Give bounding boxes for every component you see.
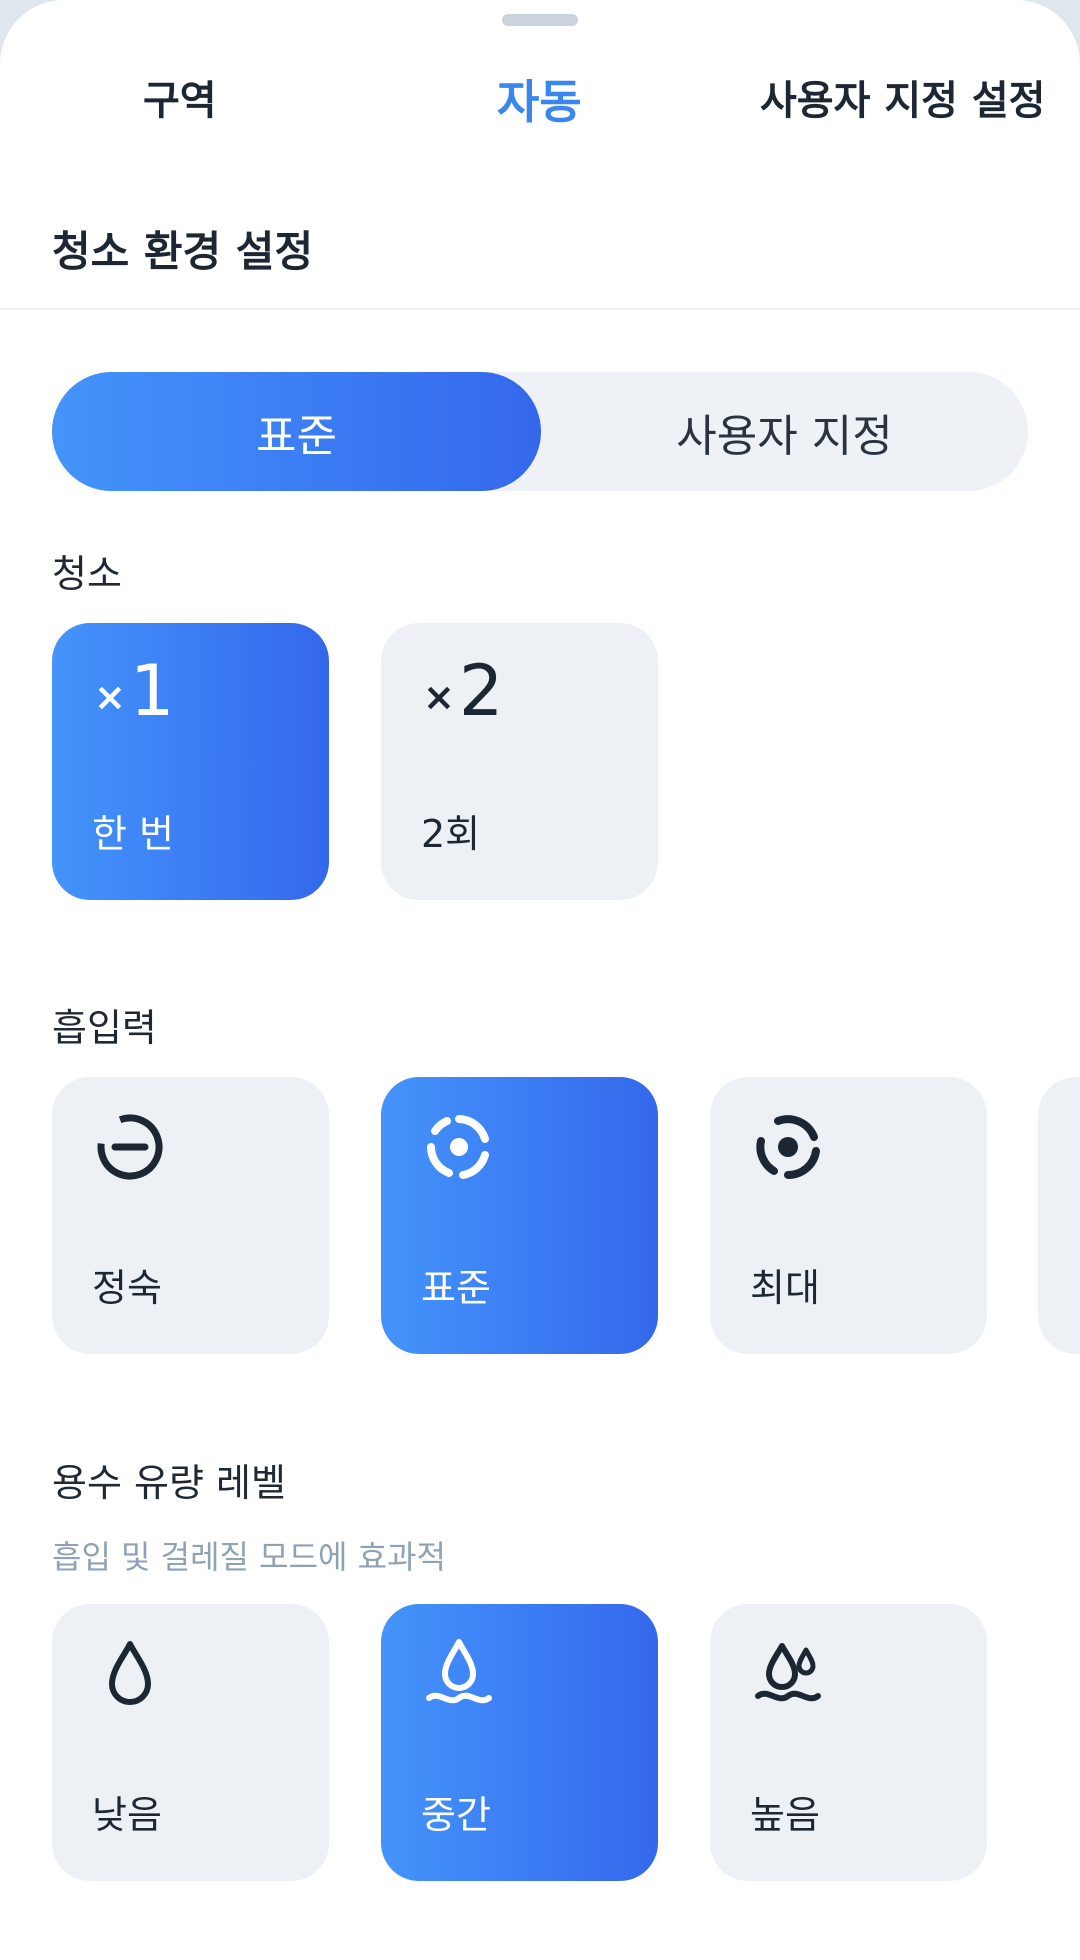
- cleaning-once-card[interactable]: × 1 한 번: [52, 623, 329, 900]
- suction-extra-card[interactable]: [1038, 1077, 1080, 1354]
- mode-custom-button[interactable]: 사용자 지정: [541, 372, 1028, 491]
- water-low-icon: [90, 1634, 170, 1714]
- suction-quiet-icon: [90, 1107, 170, 1187]
- suction-standard-card[interactable]: 표준: [381, 1077, 658, 1354]
- multiplier-once: × 1: [94, 651, 174, 731]
- suction-max-card[interactable]: 최대: [710, 1077, 987, 1354]
- section-title: 청소 환경 설정: [52, 227, 314, 276]
- water-high-icon: [748, 1634, 828, 1714]
- multiply-sign: ×: [423, 675, 455, 719]
- suction-label: 흡입력: [52, 1006, 157, 1050]
- card-label: 낮음: [92, 1793, 162, 1837]
- water-flow-label: 용수 유량 레벨: [52, 1461, 286, 1505]
- multiplier-twice: × 2: [423, 651, 503, 731]
- card-label: 2회: [421, 812, 481, 856]
- cleaning-label: 청소: [52, 552, 122, 596]
- water-high-card[interactable]: 높음: [710, 1604, 987, 1881]
- mode-standard-button[interactable]: 표준: [52, 372, 541, 491]
- suction-standard-icon: [419, 1107, 499, 1187]
- water-low-card[interactable]: 낮음: [52, 1604, 329, 1881]
- tab-zone[interactable]: 구역: [143, 68, 217, 126]
- card-label: 정숙: [92, 1266, 162, 1310]
- card-label: 한 번: [92, 812, 174, 856]
- settings-sheet: 구역 자동 사용자 지정 설정 청소 환경 설정 표준 사용자 지정 청소 × 1…: [0, 0, 1080, 1960]
- multiplier-value: 2: [458, 650, 504, 732]
- card-label: 중간: [421, 1793, 491, 1837]
- tab-auto[interactable]: 자동: [497, 66, 582, 132]
- card-label: 높음: [750, 1793, 820, 1837]
- divider: [0, 308, 1080, 310]
- card-label: 표준: [421, 1266, 491, 1310]
- sheet-drag-handle[interactable]: [502, 14, 578, 26]
- water-medium-card[interactable]: 중간: [381, 1604, 658, 1881]
- multiply-sign: ×: [94, 675, 126, 719]
- multiplier-value: 1: [129, 650, 175, 732]
- mode-toggle: 표준 사용자 지정: [52, 372, 1028, 491]
- tab-custom-settings[interactable]: 사용자 지정 설정: [760, 68, 1045, 126]
- water-flow-hint: 흡입 및 걸레질 모드에 효과적: [52, 1538, 446, 1576]
- cleaning-twice-card[interactable]: × 2 2회: [381, 623, 658, 900]
- suction-quiet-card[interactable]: 정숙: [52, 1077, 329, 1354]
- card-label: 최대: [750, 1266, 820, 1310]
- water-medium-icon: [419, 1634, 499, 1714]
- suction-max-icon: [748, 1107, 828, 1187]
